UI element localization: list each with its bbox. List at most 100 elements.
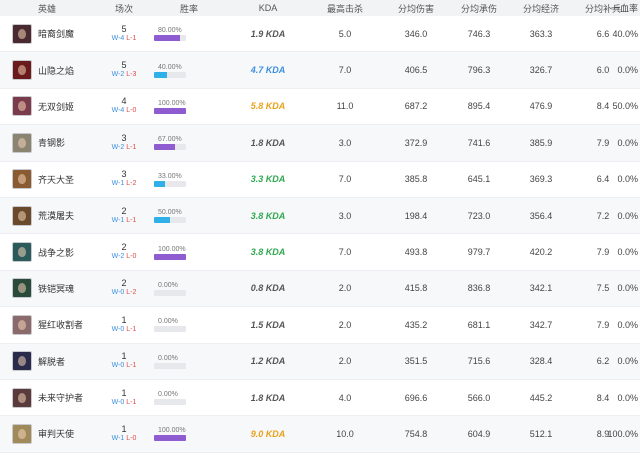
winrate-bar <box>154 217 186 224</box>
hero-name[interactable]: 无双剑姬 <box>38 100 74 113</box>
avg-gold-value: 328.4 <box>529 356 553 367</box>
hero-cell: 荒漠屠夫 <box>0 205 100 226</box>
wins: W-0 <box>111 362 125 370</box>
hero-avatar[interactable] <box>12 60 32 81</box>
hero-avatar[interactable] <box>12 242 32 263</box>
winrate-cell: 67.00% <box>148 135 230 151</box>
avg-taken-value: 645.1 <box>467 174 491 185</box>
table-row[interactable]: 齐天大圣 3 W-1 L-2 33.00% 3.3 KDA 7.0 385.8 … <box>0 162 640 198</box>
winrate-cell: 0.00% <box>148 390 230 406</box>
wins: W-4 <box>111 107 125 115</box>
hero-name[interactable]: 解脱者 <box>38 355 65 368</box>
hero-name[interactable]: 猩红收割者 <box>38 318 83 331</box>
games-cell: 1 W-0 L-1 <box>100 315 148 334</box>
wins: W-0 <box>111 325 125 333</box>
kda-value: 1.8 KDA <box>250 392 286 403</box>
table-row[interactable]: 青钢影 3 W-2 L-1 67.00% 1.8 KDA 3.0 372.9 7… <box>0 125 640 162</box>
losses: L-1 <box>126 34 137 42</box>
winrate-bar <box>154 399 186 406</box>
winrate-bar-fill <box>154 144 176 151</box>
table-row[interactable]: 未来守护者 1 W-0 L-1 0.00% 1.8 KDA 4.0 696.6 … <box>0 380 640 417</box>
games-count: 1 <box>121 387 127 398</box>
hero-cell: 审判天使 <box>0 423 100 444</box>
avg-taken-value: 681.1 <box>467 319 491 330</box>
avg-damage-value: 385.8 <box>404 174 428 185</box>
table-row[interactable]: 山隐之焰 5 W-2 L-3 40.00% 4.7 KDA 7.0 406.5 … <box>0 52 640 89</box>
header-games[interactable]: 场次 <box>100 2 148 15</box>
hero-cell: 猩红收割者 <box>0 314 100 335</box>
header-avg-taken[interactable]: 分均承伤 <box>448 2 510 15</box>
wins: W-4 <box>111 34 125 42</box>
winrate-text: 0.00% <box>158 354 178 362</box>
table-row[interactable]: 荒漠屠夫 2 W-1 L-1 50.00% 3.8 KDA 3.0 198.4 … <box>0 197 640 235</box>
hero-cell: 解脱者 <box>0 351 100 372</box>
table-row[interactable]: 暗裔剑魔 5 W-4 L-1 80.00% 1.9 KDA 5.0 346.0 … <box>0 16 640 53</box>
hero-avatar[interactable] <box>12 23 32 44</box>
table-row[interactable]: 猩红收割者 1 W-0 L-1 0.00% 1.5 KDA 2.0 435.2 … <box>0 307 640 344</box>
header-avg-damage[interactable]: 分均伤害 <box>384 2 448 15</box>
table-row[interactable]: 战争之影 2 W-2 L-0 100.00% 3.8 KDA 7.0 493.8… <box>0 234 640 271</box>
wins: W-2 <box>111 143 125 151</box>
hero-name[interactable]: 荒漠屠夫 <box>38 209 74 222</box>
header-first-blood[interactable]: 一血率 <box>611 2 638 15</box>
avg-taken-value: 566.0 <box>467 392 491 403</box>
header-winrate[interactable]: 胜率 <box>148 2 230 15</box>
games-count: 1 <box>121 423 127 434</box>
winrate-bar <box>154 71 186 78</box>
avg-taken-value: 895.4 <box>467 101 491 112</box>
header-avg-gold[interactable]: 分均经济 <box>510 2 572 15</box>
hero-avatar[interactable] <box>12 96 32 117</box>
hero-avatar[interactable] <box>12 314 32 335</box>
avg-taken-value: 604.9 <box>467 428 491 439</box>
hero-name[interactable]: 山隐之焰 <box>38 64 74 77</box>
hero-name[interactable]: 未来守护者 <box>38 391 83 404</box>
winrate-bar-fill <box>154 217 170 224</box>
hero-name[interactable]: 青钢影 <box>38 136 65 149</box>
winrate-cell: 80.00% <box>148 26 230 42</box>
table-row[interactable]: 无双剑姬 4 W-4 L-0 100.00% 5.8 KDA 11.0 687.… <box>0 89 640 126</box>
header-kda[interactable]: KDA <box>230 3 306 13</box>
hero-portrait-icon <box>18 65 26 76</box>
hero-name[interactable]: 暗裔剑魔 <box>38 27 74 40</box>
header-hero[interactable]: 英雄 <box>0 2 100 15</box>
hero-name[interactable]: 铁铠冥魂 <box>38 282 74 295</box>
header-max-kills[interactable]: 最高击杀 <box>306 2 384 15</box>
games-count: 4 <box>121 96 127 107</box>
hero-portrait-icon <box>18 428 26 439</box>
kda-value: 9.0 KDA <box>250 428 286 439</box>
win-loss: W-4 L-1 <box>100 34 148 43</box>
hero-avatar[interactable] <box>12 205 32 226</box>
winrate-cell: 100.00% <box>148 426 230 442</box>
hero-avatar[interactable] <box>12 351 32 372</box>
table-row[interactable]: 铁铠冥魂 2 W-0 L-2 0.00% 0.8 KDA 2.0 415.8 8… <box>0 270 640 308</box>
table-row[interactable]: 审判天使 1 W-1 L-0 100.00% 9.0 KDA 10.0 754.… <box>0 416 640 453</box>
max-kills-value: 7.0 <box>338 174 352 185</box>
avg-gold-value: 369.3 <box>529 174 553 185</box>
hero-cell: 齐天大圣 <box>0 169 100 190</box>
hero-avatar[interactable] <box>12 278 32 299</box>
games-cell: 4 W-4 L-0 <box>100 97 148 115</box>
avg-damage-value: 754.8 <box>404 428 428 439</box>
kda-value: 1.5 KDA <box>250 319 286 330</box>
hero-avatar[interactable] <box>12 423 32 444</box>
max-kills-value: 7.0 <box>338 65 352 76</box>
hero-name[interactable]: 齐天大圣 <box>38 173 74 186</box>
winrate-bar <box>154 289 186 296</box>
hero-name[interactable]: 审判天使 <box>38 427 74 440</box>
table-row[interactable]: 解脱者 1 W-0 L-1 0.00% 1.2 KDA 2.0 351.5 71… <box>0 343 640 380</box>
winrate-bar-fill <box>154 107 186 114</box>
winrate-bar <box>154 435 186 442</box>
first-blood-value: 0.0% <box>617 174 638 185</box>
hero-avatar[interactable] <box>12 169 32 190</box>
games-cell: 2 W-0 L-2 <box>100 279 148 297</box>
winrate-bar <box>154 180 186 187</box>
hero-name[interactable]: 战争之影 <box>38 246 74 259</box>
hero-portrait-icon <box>18 137 26 148</box>
hero-avatar[interactable] <box>12 387 32 408</box>
first-blood-value: 0.0% <box>617 247 638 258</box>
hero-cell: 未来守护者 <box>0 387 100 408</box>
avg-taken-value: 741.6 <box>467 137 491 148</box>
avg-gold-value: 356.4 <box>529 210 553 221</box>
hero-avatar[interactable] <box>12 132 32 153</box>
avg-damage-value: 696.6 <box>404 392 428 403</box>
